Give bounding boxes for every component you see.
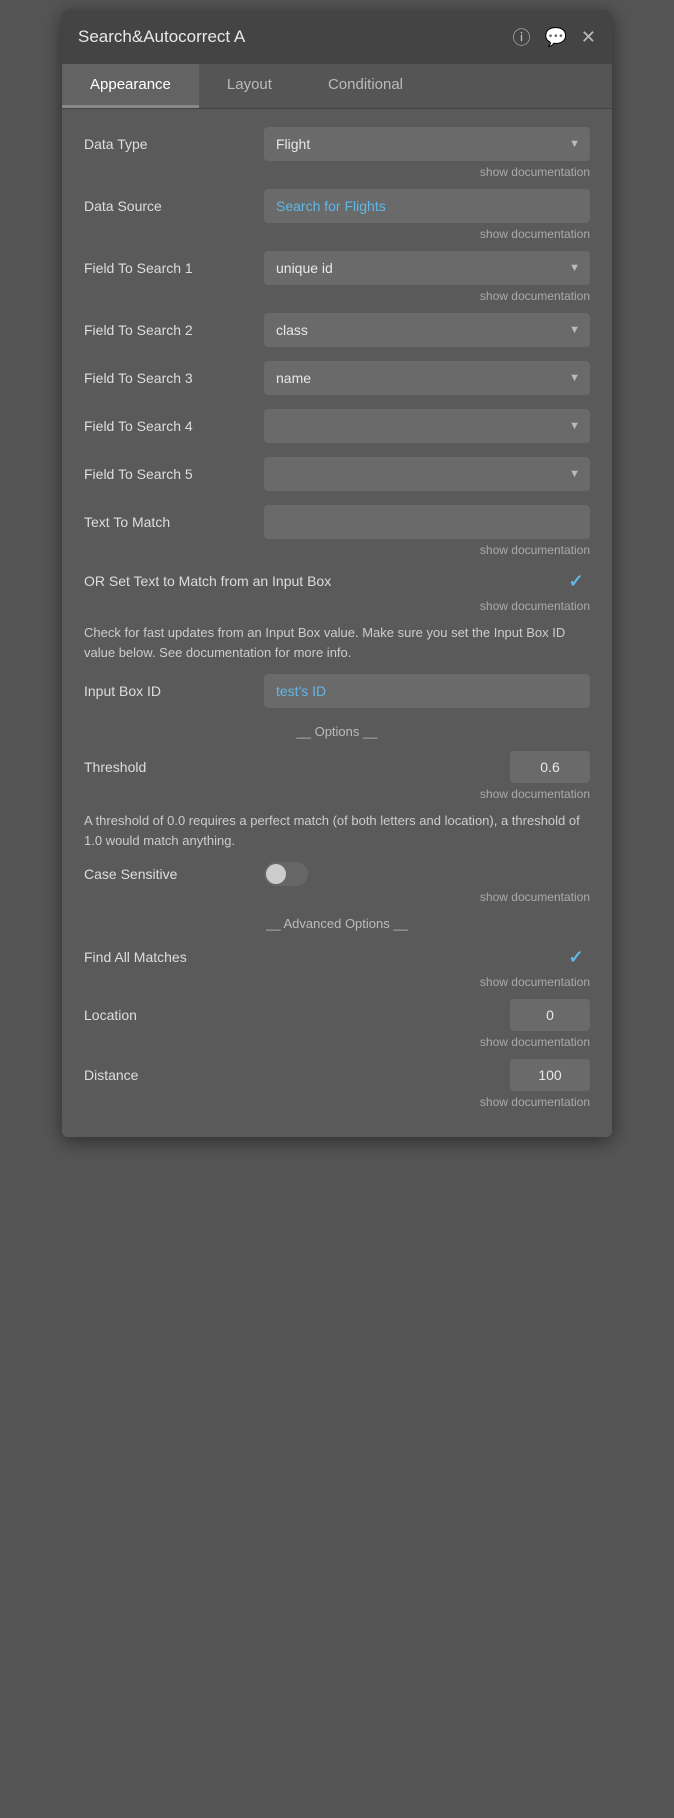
tab-appearance[interactable]: Appearance — [62, 64, 199, 108]
field2-select[interactable]: class — [264, 313, 590, 347]
field3-select[interactable]: name — [264, 361, 590, 395]
field1-select-wrapper: unique id — [264, 251, 590, 285]
field5-label: Field To Search 5 — [84, 466, 254, 482]
distance-label: Distance — [84, 1067, 254, 1083]
content: Data Type Flight show documentation Data… — [62, 109, 612, 1137]
case-sensitive-label: Case Sensitive — [84, 866, 254, 882]
text-to-match-doc[interactable]: show documentation — [84, 543, 590, 557]
location-wrap — [264, 999, 590, 1031]
case-sensitive-row: Case Sensitive — [84, 862, 590, 886]
or-set-text-row: OR Set Text to Match from an Input Box ✓ — [84, 567, 590, 595]
threshold-doc[interactable]: show documentation — [84, 787, 590, 801]
threshold-row: Threshold — [84, 751, 590, 783]
input-box-id-label: Input Box ID — [84, 683, 254, 699]
case-sensitive-doc[interactable]: show documentation — [84, 890, 590, 904]
field4-control — [264, 409, 590, 443]
threshold-wrap — [264, 751, 590, 783]
text-to-match-row: Text To Match — [84, 505, 590, 539]
distance-input[interactable] — [510, 1059, 590, 1091]
tab-conditional[interactable]: Conditional — [300, 64, 431, 108]
text-to-match-input[interactable] — [264, 505, 590, 539]
or-set-text-info: Check for fast updates from an Input Box… — [84, 623, 590, 662]
case-sensitive-toggle[interactable] — [264, 862, 308, 886]
location-input[interactable] — [510, 999, 590, 1031]
location-row: Location — [84, 999, 590, 1031]
data-type-doc[interactable]: show documentation — [84, 165, 590, 179]
field4-select[interactable] — [264, 409, 590, 443]
tabs: Appearance Layout Conditional — [62, 64, 612, 109]
field1-select[interactable]: unique id — [264, 251, 590, 285]
field4-row: Field To Search 4 — [84, 409, 590, 443]
comment-icon[interactable]: 💬 — [544, 27, 566, 48]
close-icon[interactable]: ✕ — [581, 27, 596, 48]
threshold-input[interactable] — [510, 751, 590, 783]
field5-row: Field To Search 5 — [84, 457, 590, 491]
field1-label: Field To Search 1 — [84, 260, 254, 276]
or-set-text-checkbox[interactable]: ✓ — [562, 567, 590, 595]
field2-label: Field To Search 2 — [84, 322, 254, 338]
data-source-label: Data Source — [84, 198, 254, 214]
options-divider: __ Options __ — [84, 724, 590, 739]
find-all-matches-row: Find All Matches ✓ — [84, 943, 590, 971]
data-source-value[interactable]: Search for Flights — [264, 189, 590, 223]
distance-wrap — [264, 1059, 590, 1091]
advanced-divider: __ Advanced Options __ — [84, 916, 590, 931]
panel-title: Search&Autocorrect A — [78, 27, 245, 47]
field5-control — [264, 457, 590, 491]
field1-control: unique id — [264, 251, 590, 285]
panel-header: Search&Autocorrect A ⓘ 💬 ✕ — [62, 10, 612, 64]
find-all-matches-label: Find All Matches — [84, 949, 562, 965]
or-set-text-doc[interactable]: show documentation — [84, 599, 590, 613]
panel: Search&Autocorrect A ⓘ 💬 ✕ Appearance La… — [62, 10, 612, 1137]
field3-row: Field To Search 3 name — [84, 361, 590, 395]
data-type-row: Data Type Flight — [84, 127, 590, 161]
data-source-row: Data Source Search for Flights — [84, 189, 590, 223]
field4-select-wrapper — [264, 409, 590, 443]
location-label: Location — [84, 1007, 254, 1023]
input-box-id-control: test's ID — [264, 674, 590, 708]
distance-row: Distance — [84, 1059, 590, 1091]
data-type-control: Flight — [264, 127, 590, 161]
input-box-id-value[interactable]: test's ID — [264, 674, 590, 708]
field3-select-wrapper: name — [264, 361, 590, 395]
distance-doc[interactable]: show documentation — [84, 1095, 590, 1109]
text-to-match-control — [264, 505, 590, 539]
field3-control: name — [264, 361, 590, 395]
header-icons: ⓘ 💬 ✕ — [512, 24, 596, 50]
find-all-matches-checkbox[interactable]: ✓ — [562, 943, 590, 971]
input-box-id-row: Input Box ID test's ID — [84, 674, 590, 708]
field2-control: class — [264, 313, 590, 347]
field2-select-wrapper: class — [264, 313, 590, 347]
find-all-matches-doc[interactable]: show documentation — [84, 975, 590, 989]
field2-row: Field To Search 2 class — [84, 313, 590, 347]
data-source-control: Search for Flights — [264, 189, 590, 223]
data-type-select[interactable]: Flight — [264, 127, 590, 161]
data-type-label: Data Type — [84, 136, 254, 152]
field5-select-wrapper — [264, 457, 590, 491]
location-doc[interactable]: show documentation — [84, 1035, 590, 1049]
or-set-text-checkmark: ✓ — [568, 571, 583, 592]
tab-layout[interactable]: Layout — [199, 64, 300, 108]
data-source-doc[interactable]: show documentation — [84, 227, 590, 241]
field3-label: Field To Search 3 — [84, 370, 254, 386]
find-all-matches-checkmark: ✓ — [568, 947, 583, 968]
or-set-text-label: OR Set Text to Match from an Input Box — [84, 573, 562, 589]
field1-row: Field To Search 1 unique id — [84, 251, 590, 285]
data-type-select-wrapper: Flight — [264, 127, 590, 161]
field1-doc[interactable]: show documentation — [84, 289, 590, 303]
threshold-info: A threshold of 0.0 requires a perfect ma… — [84, 811, 590, 850]
field4-label: Field To Search 4 — [84, 418, 254, 434]
info-icon[interactable]: ⓘ — [512, 24, 530, 50]
text-to-match-label: Text To Match — [84, 514, 254, 530]
threshold-label: Threshold — [84, 759, 254, 775]
field5-select[interactable] — [264, 457, 590, 491]
